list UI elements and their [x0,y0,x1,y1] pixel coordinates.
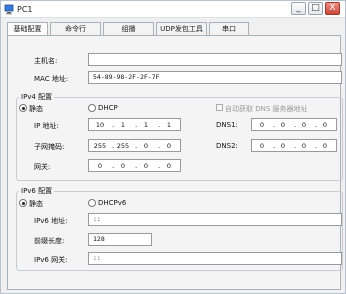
mask-octet-2: 255 [116,142,130,150]
ipv6-gateway-input[interactable]: :: [88,252,342,265]
ip-dot: . [112,142,115,150]
ip-octet-4: 1 [166,121,172,129]
subnet-mask-input[interactable]: 255 . 255 . 0 . 0 [88,139,181,152]
tab-multicast[interactable]: 组播 [103,22,154,36]
gateway-octet-3: 0 [143,162,149,170]
close-button[interactable]: X [325,2,340,15]
ip-address-label: IP 地址: [34,122,59,130]
prefix-length-label: 前缀长度: [34,237,65,245]
dns1-label: DNS1: [216,121,238,129]
maximize-button[interactable]: □ [308,2,323,15]
gateway-label: 网关: [34,163,51,171]
ip-dot: . [135,142,138,150]
ip-octet-3: 1 [143,121,149,129]
pc1-config-window: PC1 _ □ X 基础配置 命令行 组播 UDP发包工具 串口 主机名: MA… [0,0,346,294]
tab-serial[interactable]: 串口 [209,22,249,36]
prefix-length-input[interactable]: 128 [88,233,152,246]
dns2-input[interactable]: 0 . 0 . 0 . 0 [251,139,337,152]
title-bar: PC1 _ □ X [1,1,345,18]
dns2-label: DNS2: [216,142,238,150]
ipv6-gateway-label: IPv6 网关: [34,256,68,264]
ipv4-static-label: 静态 [29,105,43,113]
gateway-octet-4: 0 [166,162,172,170]
dns2-octet-3: 0 [301,142,307,150]
dns2-octet-1: 0 [259,142,265,150]
mac-label: MAC 地址: [34,75,69,83]
subnet-mask-label: 子网掩码: [34,143,65,151]
hostname-label: 主机名: [34,57,58,65]
auto-dns-label: 自动获取 DNS 服务器地址 [225,105,308,113]
ipv4-dhcp-label: DHCP [98,104,118,112]
gateway-input[interactable]: 0 . 0 . 0 . 0 [88,159,181,172]
mask-octet-3: 0 [143,142,149,150]
ip-dot: . [158,162,161,170]
ipv6-static-radio[interactable] [19,199,27,207]
ipv6-dhcp-radio[interactable] [88,199,96,207]
auto-dns-checkbox[interactable] [216,104,223,111]
ipv4-dhcp-radio[interactable] [88,104,96,112]
dns2-octet-2: 0 [280,142,286,150]
dns1-octet-1: 0 [259,121,265,129]
dns2-octet-4: 0 [322,142,328,150]
window-title: PC1 [17,5,33,14]
basic-config-panel: 主机名: MAC 地址: 54-89-98-2F-2F-7F IPv4 配置 静… [7,36,343,290]
ip-dot: . [112,162,115,170]
ipv6-dhcp-label: DHCPv6 [98,199,127,207]
dns1-octet-2: 0 [280,121,286,129]
ip-dot: . [158,142,161,150]
ipv6-address-label: IPv6 地址: [34,217,68,225]
ip-dot: . [158,121,161,129]
ip-octet-1: 10 [95,121,105,129]
ip-dot: . [135,162,138,170]
ipv6-group-title: IPv6 配置 [19,186,55,196]
ipv4-group-title: IPv4 配置 [19,92,55,102]
dns1-octet-3: 0 [301,121,307,129]
ip-octet-2: 1 [120,121,126,129]
dns1-octet-4: 0 [322,121,328,129]
pc-icon [4,4,14,15]
ipv4-static-radio[interactable] [19,104,27,112]
mac-field[interactable]: 54-89-98-2F-2F-7F [88,71,342,84]
ip-address-input[interactable]: 10 . 1 . 1 . 1 [88,118,181,131]
tab-udp-tool[interactable]: UDP发包工具 [156,22,207,36]
minimize-button[interactable]: _ [291,2,306,15]
gateway-octet-2: 0 [120,162,126,170]
dns1-input[interactable]: 0 . 0 . 0 . 0 [251,118,337,131]
tab-command-line[interactable]: 命令行 [50,22,101,36]
hostname-input[interactable] [88,53,342,66]
mask-octet-4: 0 [166,142,172,150]
ipv6-static-label: 静态 [29,200,43,208]
gateway-octet-1: 0 [97,162,103,170]
ipv6-address-input[interactable]: :: [88,213,342,226]
mask-octet-1: 255 [93,142,107,150]
ip-dot: . [135,121,138,129]
ip-dot: . [112,121,115,129]
